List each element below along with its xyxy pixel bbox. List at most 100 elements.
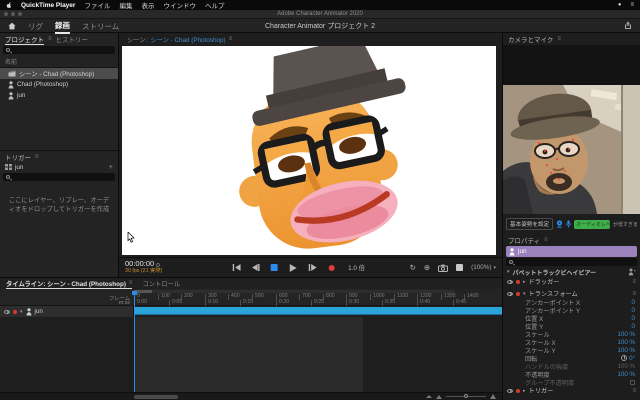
chevron-right-icon[interactable]: ▸	[523, 388, 526, 394]
prop-value[interactable]: 100 %	[617, 331, 635, 338]
zoom-max-icon[interactable]	[490, 394, 496, 399]
playback-speed[interactable]: 1.0 倍	[345, 262, 368, 273]
prop-position-y: 位置 Y0	[503, 322, 640, 330]
solid-background-icon[interactable]	[456, 264, 463, 271]
play-button[interactable]	[288, 263, 298, 273]
trigger-search-input[interactable]	[3, 173, 115, 181]
eye-icon[interactable]	[507, 292, 513, 296]
project-item-label: Chad (Photoshop)	[17, 81, 68, 88]
selected-puppet-row[interactable]: jun	[506, 246, 637, 257]
project-item-jun[interactable]: jun	[0, 90, 118, 101]
prop-value[interactable]: 100 %	[617, 339, 635, 346]
menu-window[interactable]: ウインドウ	[163, 0, 196, 10]
eye-icon[interactable]	[507, 389, 513, 393]
prop-value[interactable]: 0	[632, 299, 635, 306]
project-search-input[interactable]	[3, 46, 115, 54]
timeline-scrollbar[interactable]	[0, 392, 502, 400]
arm-record-icon[interactable]	[516, 389, 520, 393]
tab-stream[interactable]: ストリーム	[82, 19, 119, 33]
timeline-tracks-area[interactable]	[0, 317, 502, 392]
prop-value[interactable]: 0°	[629, 355, 635, 362]
timecode-options-icon[interactable]	[156, 263, 160, 267]
chevron-down-icon[interactable]: ▾	[523, 291, 526, 297]
rotation-dial-icon[interactable]	[621, 355, 627, 361]
puppet-track-bar[interactable]	[134, 307, 502, 315]
menu-file[interactable]: ファイル	[84, 0, 110, 10]
tab-record[interactable]: 録画	[55, 18, 70, 34]
properties-title[interactable]: プロパティ	[508, 235, 540, 245]
tab-controls[interactable]: コントロール	[142, 279, 180, 288]
arm-record-icon[interactable]	[516, 292, 520, 296]
project-item-chad[interactable]: Chad (Photoshop)	[0, 79, 118, 90]
control-center-icon[interactable]: ≡	[630, 2, 634, 8]
eye-icon[interactable]	[4, 310, 10, 314]
tab-project[interactable]: プロジェクト	[5, 34, 44, 45]
behavior-menu-icon[interactable]: ≡	[632, 279, 636, 285]
tab-history[interactable]: ヒストリー	[56, 34, 89, 44]
frame-forward-button[interactable]	[307, 263, 317, 273]
menu-view[interactable]: 表示	[141, 0, 154, 10]
prop-value[interactable]: 0	[632, 315, 635, 322]
tab-rig[interactable]: リグ	[28, 19, 43, 33]
trigger-panel-title[interactable]: トリガー	[5, 152, 31, 162]
behavior-menu-icon[interactable]: ≡	[632, 291, 636, 297]
home-icon[interactable]	[8, 22, 16, 30]
record-button[interactable]	[326, 263, 336, 273]
prop-value[interactable]: 100 %	[617, 371, 635, 378]
panel-menu-icon[interactable]: ≡	[35, 154, 39, 160]
prop-value[interactable]: 100 %	[617, 347, 635, 354]
zoom-out-icon[interactable]	[426, 395, 432, 398]
add-trigger-icon[interactable]: +	[109, 164, 113, 171]
tab-timeline[interactable]: タイムライン: シーン - Chad (Photoshop) ≡	[6, 279, 132, 289]
scene-name-link[interactable]: シーン - Chad (Photoshop)	[150, 35, 225, 44]
behaviors-header[interactable]: ▾ パペットトラックビヘイビアー	[503, 267, 640, 277]
timeline-zoom-slider[interactable]	[446, 396, 486, 397]
microphone-icon[interactable]	[566, 220, 571, 228]
apple-icon[interactable]	[6, 2, 12, 9]
panel-menu-icon[interactable]: ≡	[48, 36, 52, 42]
prop-value[interactable]: 0	[632, 323, 635, 330]
panel-menu-icon[interactable]: ≡	[129, 280, 133, 286]
crosshair-icon[interactable]: ⊕	[424, 264, 430, 272]
eye-icon[interactable]	[507, 280, 513, 284]
behavior-dragger-row[interactable]: ▸ ドラッガー ≡	[503, 277, 640, 286]
camera-mic-title[interactable]: カメラとマイク	[508, 34, 553, 44]
track-header-jun[interactable]: ▾ jun	[0, 306, 134, 317]
prop-value[interactable]: 0	[632, 307, 635, 314]
properties-search-input[interactable]	[506, 258, 637, 266]
frame-back-button[interactable]	[250, 263, 260, 273]
zoom-in-icon[interactable]	[436, 395, 442, 399]
project-name-header[interactable]: 名前	[0, 55, 118, 68]
export-icon[interactable]	[624, 21, 632, 30]
add-behavior-icon[interactable]	[628, 268, 636, 276]
timeline-scroll-thumb[interactable]	[134, 395, 178, 399]
snapshot-icon[interactable]	[438, 264, 448, 272]
webcam-feed[interactable]	[503, 85, 640, 214]
menubar-app-name[interactable]: QuickTime Player	[21, 2, 75, 9]
behavior-menu-icon[interactable]: ≡	[632, 388, 636, 394]
arm-record-icon[interactable]	[516, 280, 520, 284]
behavior-trigger-row[interactable]: ▸ トリガー ≡	[503, 386, 640, 395]
trigger-puppet-row[interactable]: jun +	[0, 162, 118, 172]
group-opacity-checkbox[interactable]	[630, 380, 635, 385]
stop-button[interactable]	[269, 263, 279, 273]
project-item-scene[interactable]: シーン - Chad (Photoshop)	[0, 68, 118, 79]
status-dot-icon[interactable]: ●	[618, 2, 622, 8]
zoom-slider-knob[interactable]	[464, 394, 468, 398]
menu-edit[interactable]: 編集	[119, 0, 132, 10]
scene-canvas[interactable]	[122, 46, 496, 255]
set-rest-pose-button[interactable]: 基本姿勢を設定	[506, 218, 553, 230]
canvas-zoom-control[interactable]: (100%)▾	[471, 264, 496, 271]
arm-record-icon[interactable]	[13, 310, 17, 314]
timeline-ruler[interactable]: フレーム m:ss 0 100 200 300 400 500 600 700 …	[0, 289, 502, 306]
panel-menu-icon[interactable]: ≡	[229, 36, 233, 42]
playhead[interactable]	[134, 291, 135, 392]
chevron-down-icon[interactable]: ▾	[20, 309, 23, 315]
webcam-icon[interactable]	[556, 220, 563, 228]
loop-icon[interactable]: ↻	[410, 264, 416, 272]
menu-help[interactable]: ヘルプ	[205, 0, 225, 10]
panel-menu-icon[interactable]: ≡	[557, 36, 561, 42]
go-to-start-button[interactable]	[231, 263, 241, 273]
panel-menu-icon[interactable]: ≡	[544, 237, 548, 243]
chevron-right-icon[interactable]: ▸	[523, 279, 526, 285]
